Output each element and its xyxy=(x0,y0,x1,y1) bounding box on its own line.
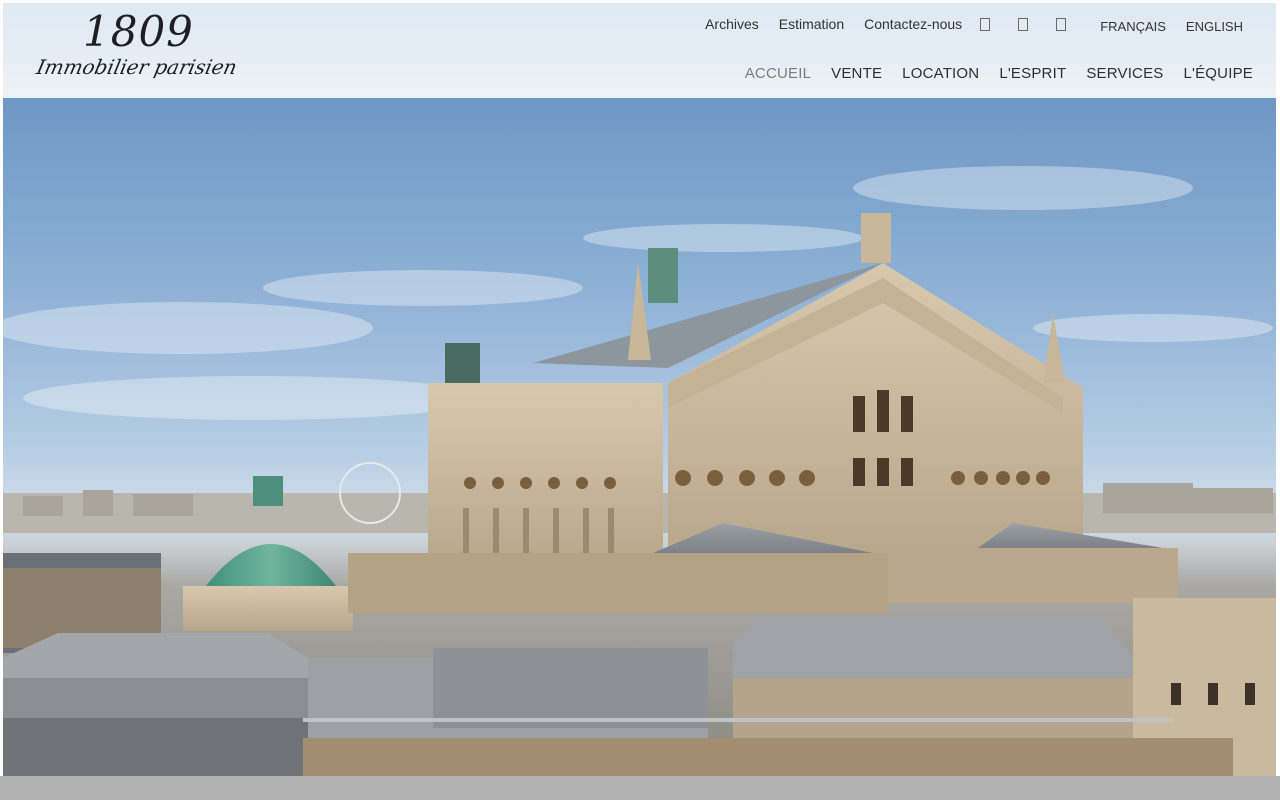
social-icon-2[interactable] xyxy=(1018,17,1029,31)
lang-french[interactable]: FRANÇAIS xyxy=(1100,19,1166,34)
utility-nav: Archives Estimation Contactez-nous FRANÇ… xyxy=(705,16,1243,34)
nav-item-equipe[interactable]: L'ÉQUIPE xyxy=(1184,65,1254,82)
social-icon-1[interactable] xyxy=(980,17,991,31)
nav-item-vente[interactable]: VENTE xyxy=(831,65,882,82)
logo-number: 1809 xyxy=(83,7,194,56)
nav-item-services[interactable]: SERVICES xyxy=(1086,65,1163,82)
site-header: 1809 Immobilier parisien Archives Estima… xyxy=(3,3,1276,98)
archives-link[interactable]: Archives xyxy=(705,16,759,32)
estimation-link[interactable]: Estimation xyxy=(779,16,844,32)
nav-item-esprit[interactable]: L'ESPRIT xyxy=(999,65,1066,82)
opera-garnier-photo xyxy=(3,166,1276,776)
nav-item-accueil[interactable]: ACCUEIL xyxy=(745,65,811,82)
page-frame: 1809 Immobilier parisien Archives Estima… xyxy=(3,3,1276,776)
nav-item-location[interactable]: LOCATION xyxy=(902,65,979,82)
logo-tagline: Immobilier parisien xyxy=(34,55,240,79)
footer-bar xyxy=(0,776,1280,800)
main-nav: ACCUEIL VENTE LOCATION L'ESPRIT SERVICES… xyxy=(725,65,1253,82)
lang-english[interactable]: ENGLISH xyxy=(1186,19,1243,34)
contact-link[interactable]: Contactez-nous xyxy=(864,16,962,32)
social-icon-3[interactable] xyxy=(1056,17,1067,31)
hero-image xyxy=(3,98,1276,776)
site-logo[interactable]: 1809 Immobilier parisien xyxy=(34,7,239,95)
